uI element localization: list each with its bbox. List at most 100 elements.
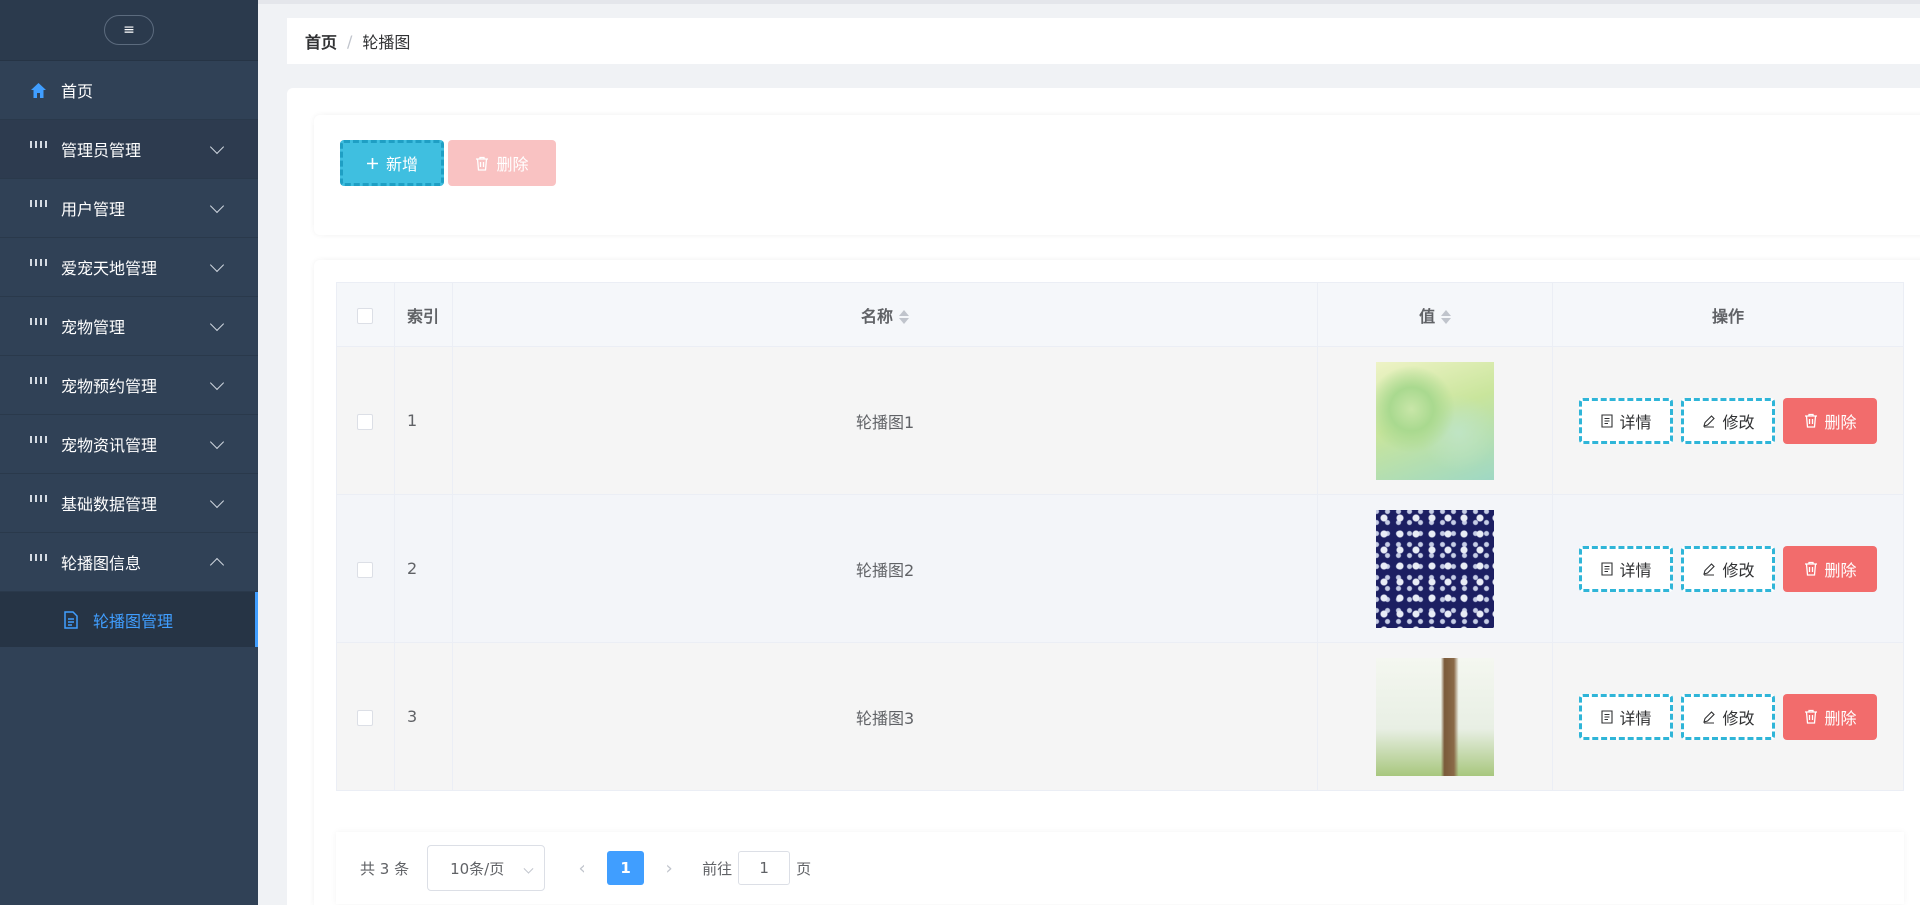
- sort-icon[interactable]: [1441, 309, 1452, 325]
- sidebar-item-news[interactable]: 宠物资讯管理: [0, 415, 258, 474]
- sidebar-item-label: 宠物管理: [61, 318, 126, 337]
- header-value[interactable]: 值: [1317, 282, 1554, 347]
- sidebar-item-users[interactable]: 用户管理: [0, 179, 258, 238]
- detail-button[interactable]: 详情: [1579, 545, 1674, 592]
- row-select: [336, 494, 395, 643]
- row-value: [1317, 346, 1554, 495]
- page-number-active[interactable]: 1: [607, 851, 645, 885]
- sidebar-item-pets[interactable]: 宠物管理: [0, 297, 258, 356]
- sidebar-item-pet-world[interactable]: 爱宠天地管理: [0, 238, 258, 297]
- sidebar-item-appointments[interactable]: 宠物预约管理: [0, 356, 258, 415]
- grid-icon: [30, 258, 47, 276]
- page-size-select[interactable]: 10条/页: [427, 845, 546, 891]
- hamburger-icon[interactable]: ≡: [104, 15, 154, 45]
- sidebar-header: ≡: [0, 0, 258, 61]
- carousel-thumbnail[interactable]: [1376, 657, 1495, 776]
- trash-icon: [475, 156, 489, 171]
- select-all-checkbox[interactable]: [357, 307, 374, 324]
- pencil-icon: [1702, 562, 1716, 576]
- delete-button[interactable]: 删除: [1783, 397, 1878, 444]
- delete-button[interactable]: 删除: [1783, 545, 1878, 592]
- breadcrumb-separator: /: [347, 31, 353, 51]
- main-area: 首页 / 轮播图 新增 删除 索引 名称 值 操作 1 轮播图1 详情 修改 删…: [258, 0, 1920, 905]
- delete-button[interactable]: 删除: [1783, 693, 1878, 740]
- trash-icon: [1804, 561, 1818, 576]
- sidebar-item-home[interactable]: 首页: [0, 61, 258, 120]
- chevron-down-icon: [209, 198, 225, 214]
- delete-label: 删除: [1824, 708, 1857, 728]
- grid-icon: [30, 494, 47, 512]
- sidebar-item-admin[interactable]: 管理员管理: [0, 120, 258, 179]
- trash-icon: [1804, 413, 1818, 428]
- table-card: 索引 名称 值 操作 1 轮播图1 详情 修改 删除 2 轮播图2 详情 修改 …: [314, 260, 1920, 905]
- chevron-down-icon: [523, 863, 534, 874]
- sidebar-item-label: 宠物预约管理: [61, 377, 158, 396]
- breadcrumb-home[interactable]: 首页: [305, 29, 337, 53]
- pencil-icon: [1702, 710, 1716, 724]
- pagination: 共 3 条 10条/页 ‹ 1 › 前往 1 页: [336, 832, 1904, 904]
- row-index: 2: [393, 494, 453, 643]
- pencil-icon: [1702, 414, 1716, 428]
- pagination-total: 共 3 条: [360, 859, 410, 878]
- carousel-thumbnail[interactable]: [1376, 361, 1495, 480]
- breadcrumb: 首页 / 轮播图: [287, 18, 1920, 64]
- row-value: [1317, 642, 1554, 791]
- edit-button[interactable]: 修改: [1681, 545, 1776, 592]
- document-icon: [1600, 561, 1613, 576]
- header-actions-label: 操作: [1712, 306, 1745, 326]
- top-divider: [258, 0, 1920, 4]
- chevron-down-icon: [209, 375, 225, 391]
- chevron-down-icon: [209, 257, 225, 273]
- row-name: 轮播图1: [451, 346, 1319, 495]
- grid-icon: [30, 435, 47, 453]
- sidebar-item-label: 首页: [61, 82, 94, 101]
- row-value: [1317, 494, 1554, 643]
- detail-label: 详情: [1619, 708, 1652, 728]
- header-name[interactable]: 名称: [451, 282, 1319, 347]
- row-actions: 详情 修改 删除: [1552, 642, 1904, 791]
- edit-button[interactable]: 修改: [1681, 693, 1776, 740]
- edit-button[interactable]: 修改: [1681, 397, 1776, 444]
- edit-label: 修改: [1722, 708, 1755, 728]
- content-panel: 新增 删除 索引 名称 值 操作 1 轮播图1 详情 修改 删除 2 轮播图2 …: [287, 88, 1920, 905]
- chevron-down-icon: [209, 434, 225, 450]
- header-name-label: 名称: [861, 306, 894, 326]
- prev-page-button[interactable]: ‹: [569, 858, 595, 879]
- sidebar-subitem-label: 轮播图管理: [93, 611, 174, 631]
- batch-delete-label: 删除: [496, 155, 529, 174]
- detail-button[interactable]: 详情: [1579, 397, 1674, 444]
- carousel-table: 索引 名称 值 操作 1 轮播图1 详情 修改 删除 2 轮播图2 详情 修改 …: [336, 282, 1904, 791]
- detail-button[interactable]: 详情: [1579, 693, 1674, 740]
- row-name: 轮播图3: [451, 642, 1319, 791]
- row-checkbox[interactable]: [357, 709, 374, 726]
- header-actions: 操作: [1552, 282, 1904, 347]
- detail-label: 详情: [1619, 412, 1652, 432]
- sidebar-item-base-data[interactable]: 基础数据管理: [0, 474, 258, 533]
- add-button[interactable]: 新增: [340, 140, 444, 186]
- sort-icon[interactable]: [899, 309, 910, 325]
- carousel-thumbnail[interactable]: [1376, 509, 1495, 628]
- table-row: 1 轮播图1 详情 修改 删除: [336, 346, 1904, 495]
- sidebar-subitem-carousel-manage[interactable]: 轮播图管理: [0, 592, 258, 647]
- row-name: 轮播图2: [451, 494, 1319, 643]
- table-header-row: 索引 名称 值 操作: [336, 282, 1904, 347]
- chevron-down-icon: [209, 139, 225, 155]
- grid-icon: [30, 553, 47, 571]
- header-index: 索引: [393, 282, 453, 347]
- sidebar-item-label: 用户管理: [61, 200, 126, 219]
- row-select: [336, 642, 395, 791]
- goto-label: 前往: [702, 859, 733, 878]
- sidebar-item-label: 爱宠天地管理: [61, 259, 158, 278]
- plus-icon: [366, 157, 379, 170]
- row-checkbox[interactable]: [357, 413, 374, 430]
- page-size-value: 10条/页: [450, 859, 505, 878]
- batch-delete-button[interactable]: 删除: [448, 140, 556, 186]
- delete-label: 删除: [1824, 412, 1857, 432]
- sidebar-item-carousel[interactable]: 轮播图信息: [0, 533, 258, 592]
- next-page-button[interactable]: ›: [656, 858, 682, 879]
- goto-page-input[interactable]: 1: [738, 851, 791, 885]
- row-index: 3: [393, 642, 453, 791]
- sidebar-item-label: 宠物资讯管理: [61, 436, 158, 455]
- row-actions: 详情 修改 删除: [1552, 494, 1904, 643]
- row-checkbox[interactable]: [357, 561, 374, 578]
